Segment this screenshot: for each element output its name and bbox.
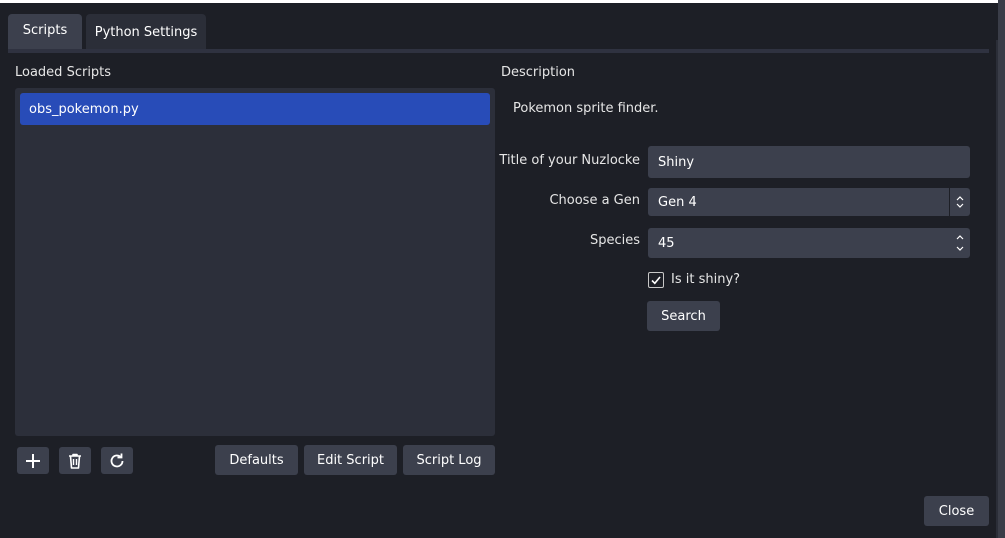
loaded-scripts-list[interactable] [15, 88, 495, 436]
checkmark-icon [651, 276, 661, 285]
species-spinbox[interactable]: 45 [648, 228, 970, 258]
script-log-button[interactable]: Script Log [403, 445, 495, 475]
tab-python-settings-label: Python Settings [94, 24, 198, 40]
window-resize-edge[interactable] [998, 0, 1005, 538]
remove-script-button[interactable] [59, 447, 91, 474]
window-top-border [0, 0, 1005, 3]
add-script-button[interactable] [17, 447, 49, 474]
spinbox-arrows[interactable] [950, 228, 970, 258]
tab-scripts-label: Scripts [22, 23, 68, 38]
species-field-label: Species [589, 233, 640, 248]
gen-select-value: Gen 4 [658, 194, 697, 210]
shiny-checkbox-label[interactable]: Is it shiny? [671, 272, 740, 287]
refresh-icon [110, 453, 124, 467]
close-button[interactable]: Close [924, 496, 989, 526]
shiny-checkbox[interactable] [648, 272, 664, 288]
chevron-down-icon[interactable] [955, 245, 965, 253]
title-input[interactable]: Shiny [648, 146, 970, 178]
edit-script-button[interactable]: Edit Script [304, 445, 397, 475]
species-spinbox-value: 45 [658, 235, 675, 251]
list-item-label: obs_pokemon.py [29, 101, 139, 117]
chevron-up-icon[interactable] [955, 233, 965, 241]
trash-icon [69, 453, 81, 469]
list-item-selected[interactable]: obs_pokemon.py [20, 93, 490, 125]
gen-select[interactable]: Gen 4 [648, 188, 970, 216]
plus-icon [26, 453, 40, 468]
tab-scripts[interactable]: Scripts [8, 14, 82, 50]
gen-field-label: Choose a Gen [549, 193, 640, 208]
tab-python-settings[interactable]: Python Settings [86, 14, 206, 50]
search-button[interactable]: Search [647, 301, 720, 331]
defaults-button[interactable]: Defaults [215, 445, 298, 475]
description-heading: Description [501, 65, 576, 80]
updown-chevron-icon[interactable] [950, 188, 970, 216]
title-field-label: Title of your Nuzlocke [499, 153, 640, 168]
reload-script-button[interactable] [101, 447, 133, 474]
tab-bar-divider [8, 49, 989, 53]
loaded-scripts-heading: Loaded Scripts [15, 65, 112, 80]
title-input-value: Shiny [658, 154, 695, 170]
description-text: Pokemon sprite finder. [513, 101, 659, 116]
